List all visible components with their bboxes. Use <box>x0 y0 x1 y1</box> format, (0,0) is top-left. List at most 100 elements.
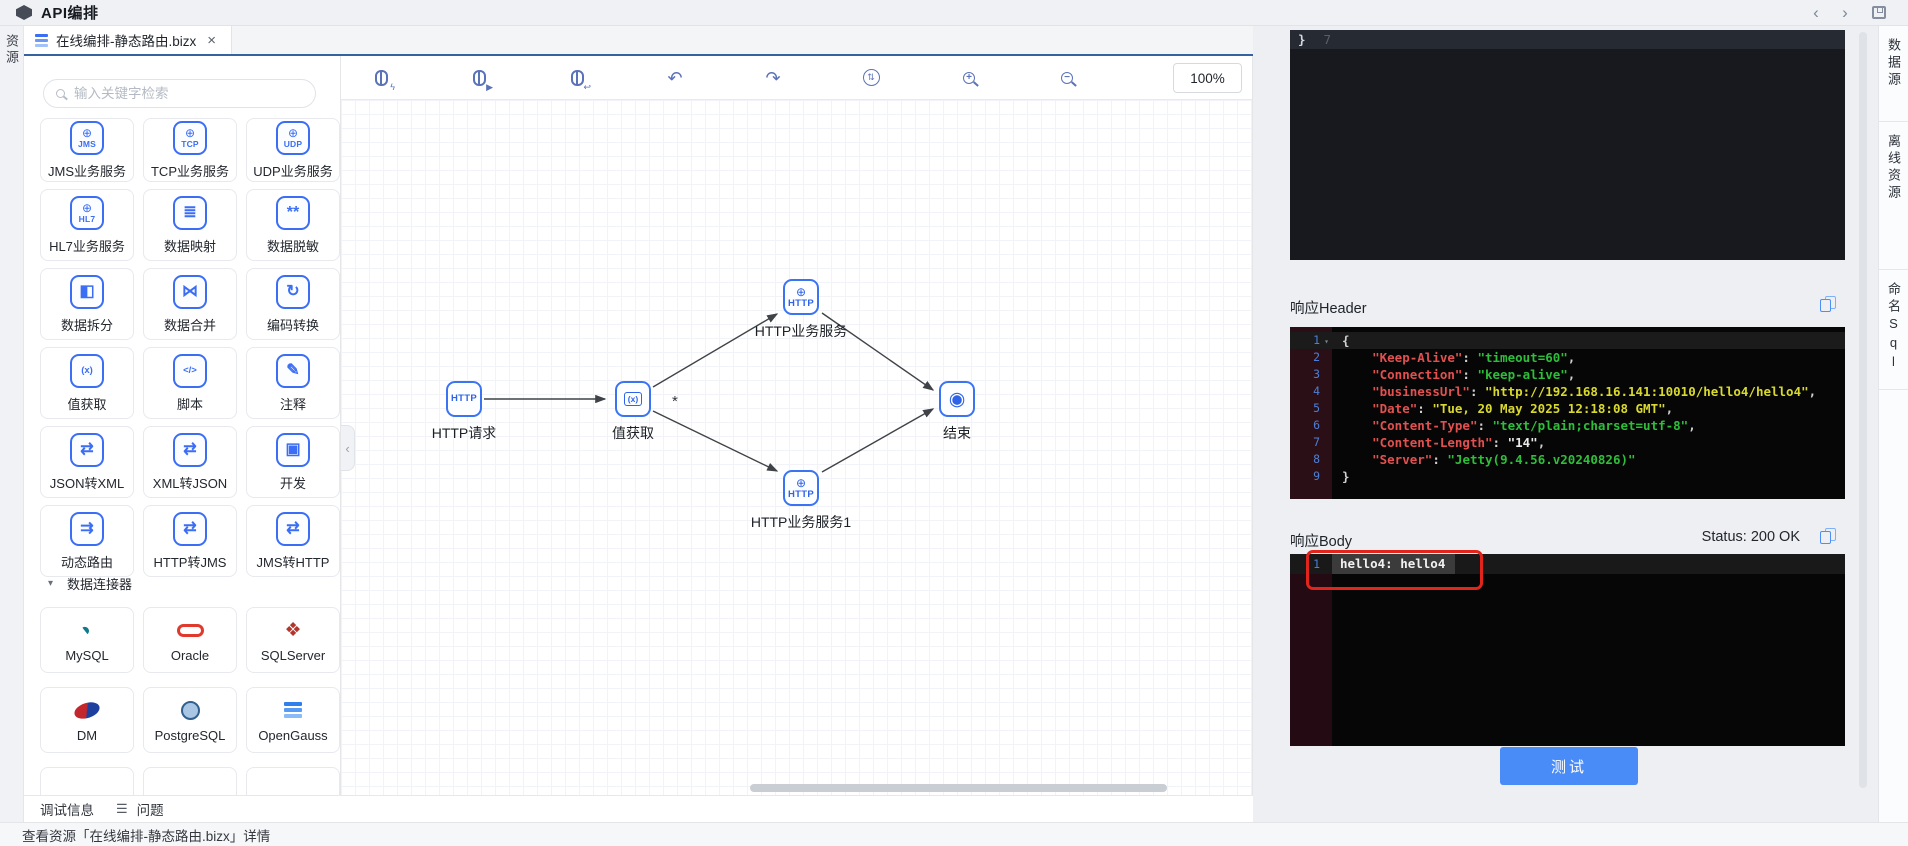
bottom-tab-issues[interactable]: ☰ 问题 <box>116 799 164 819</box>
palette-item-label: 值获取 <box>67 394 106 413</box>
palette-item[interactable]: ⇄XML转JSON <box>143 426 237 498</box>
palette-item[interactable]: ⋈数据合并 <box>143 268 237 340</box>
hl7-service-icon-text: HL7 <box>79 215 96 224</box>
palette-item[interactable]: ◧数据拆分 <box>40 268 134 340</box>
code-token: "Server" <box>1372 452 1432 467</box>
flow-node-http-request[interactable]: HTTP HTTP请求 <box>394 381 534 443</box>
connector-item[interactable]: Oracle <box>143 607 237 673</box>
panel-collapse-handle[interactable]: ‹ <box>341 425 355 471</box>
code-token <box>1342 452 1372 467</box>
zoom-in-icon[interactable]: + <box>953 65 985 91</box>
undo-icon[interactable]: ↶ <box>659 65 691 91</box>
debug-flash-icon[interactable]: ϟ <box>365 65 397 91</box>
bottom-tab-debug-info[interactable]: 调试信息 <box>40 799 94 819</box>
collapse-triangle-icon[interactable]: ▾ <box>48 578 53 589</box>
http-service-node-icon: ⊕ HTTP <box>783 279 819 315</box>
copy-header-icon[interactable] <box>1819 296 1836 313</box>
zoom-out-icon-glyph: − <box>1061 72 1073 84</box>
response-header-editor[interactable]: 1▾{2 "Keep-Alive": "timeout=60",3 "Conne… <box>1290 327 1845 499</box>
code-line[interactable]: 5 "Date": "Tue, 20 May 2025 12:18:08 GMT… <box>1290 400 1845 417</box>
palette-item[interactable]: ⇄JSON转XML <box>40 426 134 498</box>
code-line[interactable]: 4 "businessUrl": "http://192.168.16.141:… <box>1290 383 1845 400</box>
line-number: 1▾ <box>1290 332 1332 349</box>
code-line[interactable]: 9} <box>1290 468 1845 485</box>
flow-node-end[interactable]: ◉ 结束 <box>887 381 1027 443</box>
connector-item[interactable]: SQLServer <box>246 607 340 673</box>
data-mapping-icon-glyph: ≣ <box>183 205 196 221</box>
resources-vertical-tab[interactable]: 资源 <box>2 34 21 66</box>
side-tab-data-source[interactable]: 数据源 <box>1879 26 1908 122</box>
code-token: , <box>1568 350 1576 365</box>
canvas-horizontal-scrollbar[interactable] <box>750 784 1167 792</box>
response-body-editor[interactable]: 1 hello4: hello4 <box>1290 554 1845 746</box>
tab-close-icon[interactable]: × <box>207 33 216 48</box>
postgresql-logo-shape <box>181 701 200 720</box>
connector-item[interactable]: OpenGauss <box>246 687 340 753</box>
debug-run-icon[interactable]: ▶ <box>463 65 495 91</box>
search-input[interactable] <box>74 86 303 101</box>
palette-item[interactable]: ⊕JMSJMS业务服务 <box>40 118 134 182</box>
udp-service-icon: ⊕UDP <box>276 121 310 155</box>
palette-search[interactable] <box>43 79 316 108</box>
palette-item-clipped[interactable] <box>143 767 237 795</box>
palette-item[interactable]: (x)值获取 <box>40 347 134 419</box>
palette-item[interactable]: ⊕HL7HL7业务服务 <box>40 189 134 261</box>
flow-node-value-get[interactable]: (x) 值获取 <box>563 381 703 443</box>
copy-body-icon[interactable] <box>1819 528 1836 545</box>
connector-item[interactable]: DM <box>40 687 134 753</box>
nav-back-icon[interactable]: ‹ <box>1806 4 1826 21</box>
test-button[interactable]: 测试 <box>1500 747 1638 785</box>
palette-item[interactable]: </>脚本 <box>143 347 237 419</box>
right-panel-scrollbar[interactable] <box>1859 32 1867 788</box>
code-line[interactable]: 7 "Content-Length": "14", <box>1290 434 1845 451</box>
code-line[interactable]: 1▾{ <box>1290 332 1845 349</box>
connector-item[interactable]: PostgreSQL <box>143 687 237 753</box>
tcp-service-icon: ⊕TCP <box>173 121 207 155</box>
code-line[interactable]: 8 "Server": "Jetty(9.4.56.v20240826)" <box>1290 451 1845 468</box>
side-tab-offline-resources[interactable]: 离线资源 <box>1879 122 1908 270</box>
opengauss-logo-shape <box>284 702 302 706</box>
palette-item[interactable]: ↻编码转换 <box>246 268 340 340</box>
palette-item[interactable]: ⇄HTTP转JMS <box>143 505 237 577</box>
nav-forward-icon[interactable]: › <box>1835 4 1855 21</box>
palette-item[interactable]: ⇉动态路由 <box>40 505 134 577</box>
connector-item-label: Oracle <box>171 648 209 663</box>
side-tab-named-sql[interactable]: 命名Sql <box>1879 270 1908 390</box>
zoom-out-icon[interactable]: − <box>1051 65 1083 91</box>
connector-item-label: DM <box>77 728 97 743</box>
code-token: : <box>1462 367 1477 382</box>
swap-fit-icon[interactable]: ⇅ <box>855 65 887 91</box>
palette-item-clipped[interactable] <box>40 767 134 795</box>
palette-item-label: UDP业务服务 <box>253 161 332 180</box>
connector-section-header[interactable]: ▾ 数据连接器 <box>48 574 132 593</box>
request-editor[interactable]: } 7 <box>1290 30 1845 260</box>
palette-item[interactable]: ⇄JMS转HTTP <box>246 505 340 577</box>
code-line[interactable]: 6 "Content-Type": "text/plain;charset=ut… <box>1290 417 1845 434</box>
palette-item[interactable]: ✎注释 <box>246 347 340 419</box>
fold-caret-icon[interactable]: ▾ <box>1324 333 1329 350</box>
code-line[interactable]: 2 "Keep-Alive": "timeout=60", <box>1290 349 1845 366</box>
code-token: , <box>1809 384 1817 399</box>
redo-icon[interactable]: ↷ <box>757 65 789 91</box>
develop-icon-glyph: ▣ <box>285 442 300 458</box>
code-token: : <box>1432 452 1447 467</box>
canvas-grid[interactable]: * HTTP HTTP请求 (x) 值获取 ⊕ HTTP HTTP业务服务 <box>341 100 1252 795</box>
palette-item[interactable]: ▣开发 <box>246 426 340 498</box>
end-circle-icon: ◉ <box>949 390 966 409</box>
flow-node-http-service[interactable]: ⊕ HTTP HTTP业务服务 <box>731 279 871 341</box>
palette-item[interactable]: ⊕TCPTCP业务服务 <box>143 118 237 182</box>
sqlserver-logo-shape <box>284 619 301 642</box>
connector-item[interactable]: MySQL <box>40 607 134 673</box>
save-icon[interactable] <box>1872 6 1886 19</box>
file-tab-active[interactable]: 在线编排-静态路由.bizx × <box>24 26 232 54</box>
palette-item-clipped[interactable] <box>246 767 340 795</box>
debug-back-icon[interactable]: ↩ <box>561 65 593 91</box>
canvas-toolbar: ϟ ▶ ↩ ↶ ↷ ⇅ + − <box>341 56 1252 100</box>
code-line[interactable]: 3 "Connection": "keep-alive", <box>1290 366 1845 383</box>
palette-item[interactable]: ≣数据映射 <box>143 189 237 261</box>
zoom-level-display[interactable]: 100% <box>1173 63 1242 93</box>
flow-node-http-service-1[interactable]: ⊕ HTTP HTTP业务服务1 <box>731 470 871 532</box>
palette-item[interactable]: ⊕UDP UDP业务服务 <box>246 118 340 182</box>
data-merge-icon: ⋈ <box>173 275 207 309</box>
palette-item[interactable]: **数据脱敏 <box>246 189 340 261</box>
